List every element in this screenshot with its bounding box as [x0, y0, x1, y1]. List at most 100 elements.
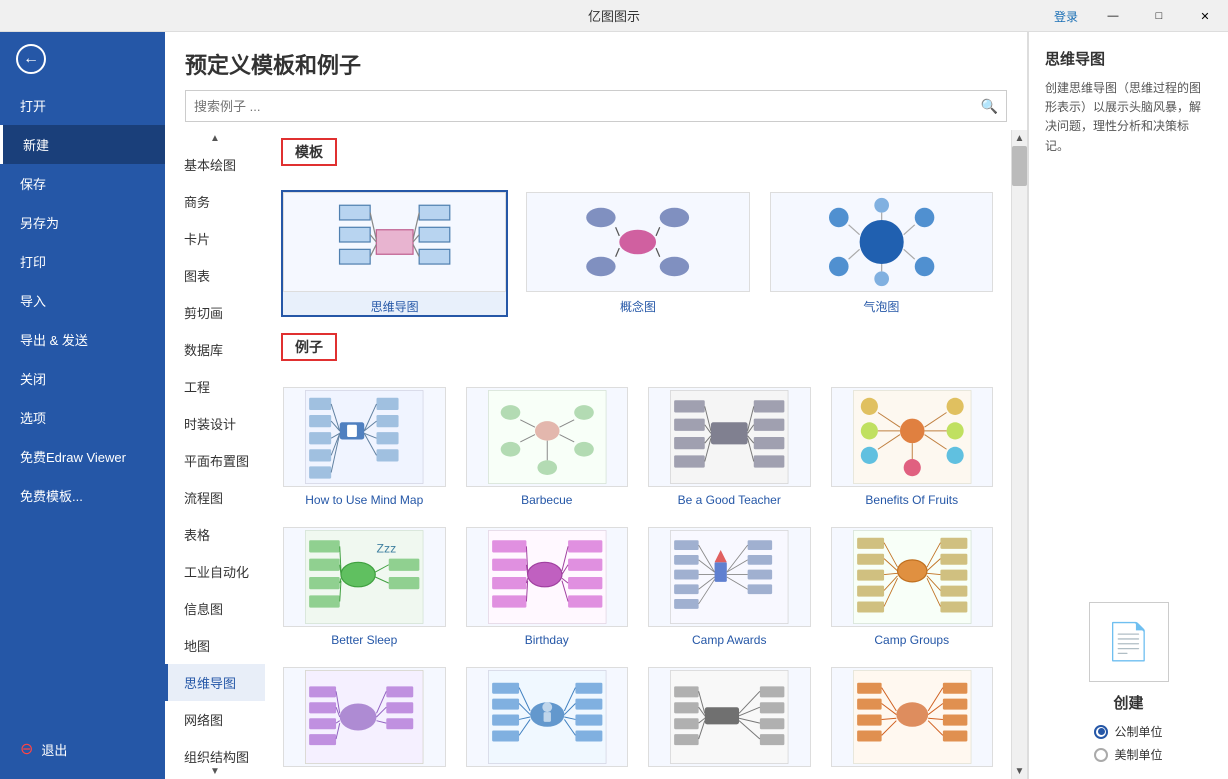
- category-flowchart[interactable]: 流程图: [165, 479, 265, 516]
- category-basic[interactable]: 基本绘图: [165, 146, 265, 183]
- example-fruits[interactable]: Benefits Of Fruits: [829, 385, 996, 509]
- category-mindmap[interactable]: 思维导图: [165, 664, 265, 701]
- category-database[interactable]: 数据库: [165, 331, 265, 368]
- category-industrial[interactable]: 工业自动化: [165, 553, 265, 590]
- category-network[interactable]: 网络图: [165, 701, 265, 738]
- login-link[interactable]: 登录: [1054, 0, 1078, 32]
- window-controls: — □ ✕: [1090, 0, 1228, 32]
- example-thumb-better-sleep: Zzz: [283, 527, 445, 627]
- category-scroll-down[interactable]: ▼: [165, 763, 265, 779]
- search-input[interactable]: [194, 99, 981, 114]
- right-panel-description: 创建思维导图（思维过程的图形表示）以展示头脑风暴，解决问题，理性分析和决策标记。: [1045, 79, 1212, 156]
- template-thumb-concept: [526, 192, 749, 292]
- example-good-teacher[interactable]: Be a Good Teacher: [646, 385, 813, 509]
- example-birthday[interactable]: Birthday: [464, 525, 631, 649]
- templates-section-header: 模板: [265, 130, 1011, 174]
- sidebar-item-options[interactable]: 选项: [0, 398, 165, 437]
- radio-metric[interactable]: [1094, 725, 1108, 739]
- sidebar-item-import[interactable]: 导入: [0, 281, 165, 320]
- sidebar-item-free-template[interactable]: 免费模板...: [0, 476, 165, 515]
- template-mindmap[interactable]: 思维导图: [281, 190, 508, 317]
- example-camp-awards[interactable]: Camp Awards: [646, 525, 813, 649]
- example-thumb-row3-1: [283, 667, 445, 767]
- category-chart[interactable]: 图表: [165, 257, 265, 294]
- scroll-up-arrow[interactable]: ▲: [1012, 130, 1027, 146]
- scroll-thumb[interactable]: [1012, 146, 1027, 186]
- example-camp-groups[interactable]: Camp Groups: [829, 525, 996, 649]
- category-engineering[interactable]: 工程: [165, 368, 265, 405]
- template-name-bubble: 气泡图: [859, 298, 903, 315]
- example-row3-2[interactable]: [464, 665, 631, 775]
- example-thumb-how-to-use: [283, 387, 445, 487]
- example-thumb-row3-2: [466, 667, 629, 767]
- app-title: 亿图图示: [588, 6, 640, 25]
- example-name-barbecue: Barbecue: [517, 493, 576, 507]
- search-bar: 🔍: [185, 90, 1007, 122]
- example-how-to-use[interactable]: How to Use Mind Map: [281, 385, 447, 509]
- category-fashion[interactable]: 时装设计: [165, 405, 265, 442]
- sidebar-item-export[interactable]: 导出 & 发送: [0, 320, 165, 359]
- category-clipart[interactable]: 剪切画: [165, 294, 265, 331]
- category-map[interactable]: 地图: [165, 627, 265, 664]
- example-name-good-teacher: Be a Good Teacher: [674, 493, 785, 507]
- template-name-concept: 概念图: [616, 298, 660, 315]
- example-thumb-barbecue: [466, 387, 629, 487]
- category-infographic[interactable]: 信息图: [165, 590, 265, 627]
- example-row3-3[interactable]: [646, 665, 813, 775]
- titlebar: 亿图图示 登录 — □ ✕: [0, 0, 1228, 32]
- close-button[interactable]: ✕: [1182, 0, 1228, 32]
- example-name-camp-groups: Camp Groups: [870, 633, 953, 647]
- radio-metric-inner: [1098, 728, 1105, 735]
- panel-header: 预定义模板和例子 🔍: [165, 32, 1027, 130]
- sidebar-item-viewer[interactable]: 免费Edraw Viewer: [0, 437, 165, 476]
- templates-label: 模板: [281, 138, 337, 166]
- main-container: ← 打开 新建 保存 另存为 打印 导入 导出 & 发送 关闭 选项 免费Edr…: [0, 32, 1228, 779]
- example-thumb-birthday: [466, 527, 629, 627]
- create-button[interactable]: 📄: [1089, 602, 1169, 682]
- category-floorplan[interactable]: 平面布置图: [165, 442, 265, 479]
- category-list: 基本绘图 商务 卡片 图表 剪切画 数据库 工程 时装设计 平面布置图 流程图 …: [165, 146, 265, 763]
- template-bubble[interactable]: 气泡图: [768, 190, 995, 317]
- vertical-scrollbar: ▲ ▼: [1011, 130, 1027, 779]
- create-area: 📄 创建 公制单位 美制单位: [1045, 602, 1212, 763]
- sidebar-item-saveas[interactable]: 另存为: [0, 203, 165, 242]
- middle-panel: 预定义模板和例子 🔍 ▲ 基本绘图 商务 卡片 图表 剪切画 数据库: [165, 32, 1028, 779]
- category-business[interactable]: 商务: [165, 183, 265, 220]
- template-grid-container: 模板: [265, 130, 1011, 779]
- sidebar-item-new[interactable]: 新建: [0, 125, 165, 164]
- exit-button[interactable]: ⊖ 退出: [0, 729, 165, 769]
- example-name-better-sleep: Better Sleep: [327, 633, 401, 647]
- example-thumb-row3-4: [831, 667, 994, 767]
- category-scroll-up[interactable]: ▲: [165, 130, 265, 146]
- example-barbecue[interactable]: Barbecue: [464, 385, 631, 509]
- sidebar-item-open[interactable]: 打开: [0, 86, 165, 125]
- category-table[interactable]: 表格: [165, 516, 265, 553]
- examples-label: 例子: [281, 333, 337, 361]
- unit-option-metric[interactable]: 公制单位: [1094, 723, 1162, 740]
- template-concept[interactable]: 概念图: [524, 190, 751, 317]
- search-icon[interactable]: 🔍: [981, 98, 998, 115]
- sidebar-item-save[interactable]: 保存: [0, 164, 165, 203]
- example-better-sleep[interactable]: Zzz Better Sleep: [281, 525, 447, 649]
- maximize-button[interactable]: □: [1136, 0, 1182, 32]
- category-org[interactable]: 组织结构图: [165, 738, 265, 763]
- example-row3-4[interactable]: [829, 665, 996, 775]
- example-thumb-fruits: [831, 387, 994, 487]
- back-button[interactable]: ←: [0, 32, 165, 86]
- sidebar-menu: 打开 新建 保存 另存为 打印 导入 导出 & 发送 关闭 选项 免费Edraw…: [0, 86, 165, 729]
- minimize-button[interactable]: —: [1090, 0, 1136, 32]
- scroll-track[interactable]: [1012, 146, 1027, 763]
- scroll-down-arrow[interactable]: ▼: [1012, 763, 1027, 779]
- example-name-birthday: Birthday: [521, 633, 573, 647]
- unit-option-imperial[interactable]: 美制单位: [1094, 746, 1162, 763]
- right-panel-title: 思维导图: [1045, 48, 1212, 69]
- example-name-fruits: Benefits Of Fruits: [861, 493, 962, 507]
- sidebar-item-print[interactable]: 打印: [0, 242, 165, 281]
- unit-options: 公制单位 美制单位: [1094, 723, 1162, 763]
- sidebar: ← 打开 新建 保存 另存为 打印 导入 导出 & 发送 关闭 选项 免费Edr…: [0, 32, 165, 779]
- example-row3-1[interactable]: [281, 665, 447, 775]
- radio-imperial[interactable]: [1094, 748, 1108, 762]
- sidebar-item-close[interactable]: 关闭: [0, 359, 165, 398]
- category-panel: ▲ 基本绘图 商务 卡片 图表 剪切画 数据库 工程 时装设计 平面布置图 流程…: [165, 130, 265, 779]
- category-card[interactable]: 卡片: [165, 220, 265, 257]
